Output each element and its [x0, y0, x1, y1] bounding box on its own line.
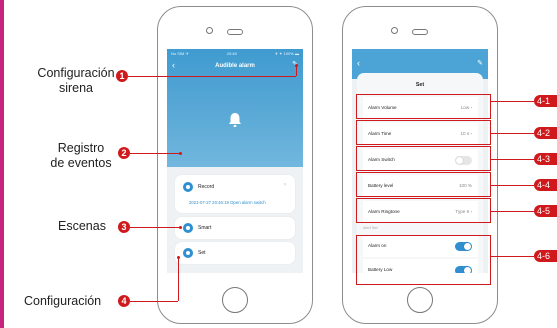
- connector-line-4-6: [491, 256, 534, 257]
- connector-dot-1: [295, 64, 298, 67]
- connector-line-3: [130, 227, 180, 228]
- connector-dot-2: [179, 152, 182, 155]
- back-chevron-icon[interactable]: ‹: [357, 58, 360, 68]
- highlight-box-4-5: [356, 198, 491, 223]
- record-icon: [183, 182, 193, 192]
- chevron-right-icon: ›: [284, 182, 286, 188]
- phone-left: No SIM ✈ 20:48 ✈ ✦ 100% ▬ ‹ Audible alar…: [157, 6, 313, 324]
- front-camera: [206, 27, 213, 34]
- callout-registro-eventos: Registro de eventos: [44, 141, 118, 171]
- status-carrier: No SIM ✈: [171, 51, 189, 56]
- marker-2: 2: [118, 147, 130, 159]
- callout-escenas: Escenas: [58, 219, 106, 233]
- tag-4-5: 4-5: [534, 205, 557, 217]
- home-button[interactable]: [407, 287, 433, 313]
- record-label: Record: [198, 184, 215, 190]
- front-camera: [391, 27, 398, 34]
- settings-title: Set: [415, 82, 425, 88]
- callout-text-line: sirena: [58, 81, 94, 95]
- tag-4-1: 4-1: [534, 95, 557, 107]
- status-battery: ✈ ✦ 100% ▬: [274, 51, 299, 56]
- smart-card[interactable]: Smart: [175, 217, 295, 239]
- marker-4: 4: [118, 295, 130, 307]
- connector-line-4-3: [491, 159, 534, 160]
- connector-line-1: [128, 76, 296, 77]
- connector-dot-4: [177, 256, 180, 259]
- tag-4-6: 4-6: [534, 250, 557, 262]
- highlight-box-4-6: [356, 235, 491, 285]
- alarm-header: No SIM ✈ 20:48 ✈ ✦ 100% ▬ ‹ Audible alar…: [167, 49, 303, 167]
- smart-icon: [183, 223, 193, 233]
- edit-pencil-icon[interactable]: ✎: [477, 59, 483, 67]
- tag-4-2: 4-2: [534, 127, 557, 139]
- home-button[interactable]: [222, 287, 248, 313]
- earpiece-speaker: [412, 29, 428, 35]
- callout-configuracion-sirena: Configuración sirena: [36, 66, 116, 96]
- connector-line-4-4: [491, 185, 534, 186]
- status-bar: No SIM ✈ 20:48 ✈ ✦ 100% ▬: [171, 51, 299, 56]
- callout-configuracion: Configuración: [24, 294, 102, 308]
- highlight-box-4-4: [356, 172, 491, 197]
- page-title: Audible alarm: [215, 63, 255, 69]
- tag-4-4: 4-4: [534, 179, 557, 191]
- record-latest-event: 2021-07-27 20:46:19 Open alarm switch: [189, 200, 266, 205]
- connector-vline-4: [178, 258, 179, 301]
- set-card[interactable]: Set: [175, 242, 295, 264]
- connector-line-4-5: [491, 211, 534, 212]
- connector-line-4: [130, 301, 178, 302]
- connector-dot-3: [179, 226, 182, 229]
- connector-line-4-1: [491, 101, 534, 102]
- callout-text-line: Registro: [57, 141, 105, 155]
- connector-vline-1: [296, 66, 297, 76]
- connector-line-4-2: [491, 133, 534, 134]
- highlight-box-4-3: [356, 146, 491, 171]
- left-border-bar: [0, 0, 4, 328]
- set-icon: [183, 248, 193, 258]
- status-time: 20:48: [226, 51, 237, 56]
- set-label: Set: [198, 250, 206, 256]
- callout-text-line: de eventos: [50, 156, 112, 170]
- marker-3: 3: [118, 221, 130, 233]
- highlight-box-4-1: [356, 94, 491, 119]
- tag-4-3: 4-3: [534, 153, 557, 165]
- app-screen-alarm: No SIM ✈ 20:48 ✈ ✦ 100% ▬ ‹ Audible alar…: [167, 49, 303, 273]
- smart-label: Smart: [198, 225, 212, 231]
- record-card[interactable]: Record › 2021-07-27 20:46:19 Open alarm …: [175, 175, 295, 213]
- connector-line-2: [130, 153, 180, 154]
- earpiece-speaker: [227, 29, 243, 35]
- callout-text-line: Configuración: [37, 66, 115, 80]
- marker-1: 1: [116, 70, 128, 82]
- bell-icon: [229, 113, 241, 127]
- highlight-box-4-2: [356, 120, 491, 145]
- alert-set-header: Alert Set: [363, 226, 378, 230]
